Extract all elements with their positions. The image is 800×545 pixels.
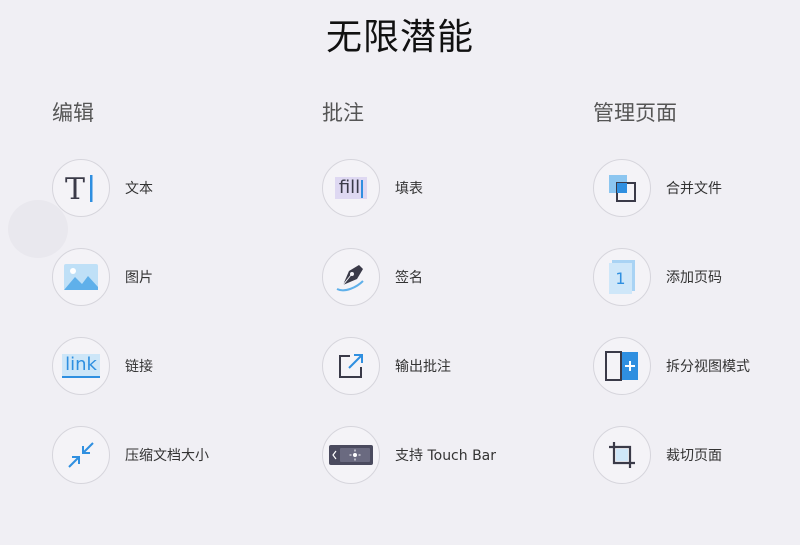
link-icon-text: link bbox=[65, 354, 97, 375]
feature-item-fill-form[interactable]: fill 填表 bbox=[322, 158, 582, 218]
text-cursor-icon: T bbox=[52, 159, 110, 217]
compress-arrows-icon bbox=[52, 426, 110, 484]
feature-label: 裁切页面 bbox=[666, 448, 722, 464]
feature-column-annotate: 批注 fill 填表 签名 输出批注 支持 Touch Bar bbox=[322, 96, 582, 514]
feature-item-compress[interactable]: 压缩文档大小 bbox=[52, 425, 312, 485]
column-heading: 编辑 bbox=[52, 101, 94, 125]
fill-icon-text: fill bbox=[338, 177, 361, 198]
feature-item-signature[interactable]: 签名 bbox=[322, 247, 582, 307]
feature-item-text[interactable]: T 文本 bbox=[52, 158, 312, 218]
split-view-icon bbox=[593, 337, 651, 395]
feature-item-crop-page[interactable]: 裁切页面 bbox=[593, 425, 800, 485]
feature-label: 拆分视图模式 bbox=[666, 359, 750, 375]
feature-label: 填表 bbox=[395, 181, 423, 197]
fill-form-icon: fill bbox=[322, 159, 380, 217]
feature-item-add-page-numbers[interactable]: 1 添加页码 bbox=[593, 247, 800, 307]
crop-icon bbox=[593, 426, 651, 484]
image-icon bbox=[52, 248, 110, 306]
feature-item-image[interactable]: 图片 bbox=[52, 247, 312, 307]
column-heading: 批注 bbox=[322, 101, 364, 125]
pen-nib-icon bbox=[322, 248, 380, 306]
page-number-icon: 1 bbox=[593, 248, 651, 306]
feature-column-manage-pages: 管理页面 合并文件 1 添加页码 拆分视图模式 裁切页面 bbox=[593, 96, 800, 514]
link-icon: link bbox=[52, 337, 110, 395]
merge-squares-icon bbox=[593, 159, 651, 217]
touch-bar-icon bbox=[322, 426, 380, 484]
feature-label: 支持 Touch Bar bbox=[395, 448, 497, 464]
feature-label: 文本 bbox=[125, 181, 153, 197]
feature-label: 输出批注 bbox=[395, 359, 451, 375]
feature-label: 添加页码 bbox=[666, 270, 722, 286]
feature-item-link[interactable]: link 链接 bbox=[52, 336, 312, 396]
feature-item-touch-bar[interactable]: 支持 Touch Bar bbox=[322, 425, 582, 485]
page-title: 无限潜能 bbox=[325, 17, 474, 58]
export-arrow-icon bbox=[322, 337, 380, 395]
feature-item-merge-files[interactable]: 合并文件 bbox=[593, 158, 800, 218]
feature-label: 链接 bbox=[125, 359, 153, 375]
feature-label: 压缩文档大小 bbox=[125, 448, 209, 464]
page-number-icon-text: 1 bbox=[615, 269, 626, 288]
svg-text:T: T bbox=[65, 172, 85, 205]
feature-label: 图片 bbox=[125, 270, 153, 286]
feature-label: 签名 bbox=[395, 270, 423, 286]
feature-item-export-annotations[interactable]: 输出批注 bbox=[322, 336, 582, 396]
feature-item-split-view[interactable]: 拆分视图模式 bbox=[593, 336, 800, 396]
feature-label: 合并文件 bbox=[666, 181, 722, 197]
column-heading: 管理页面 bbox=[593, 101, 677, 125]
feature-column-edit: 编辑 T 文本 图片 link 链接 压缩文档大小 bbox=[52, 96, 312, 514]
